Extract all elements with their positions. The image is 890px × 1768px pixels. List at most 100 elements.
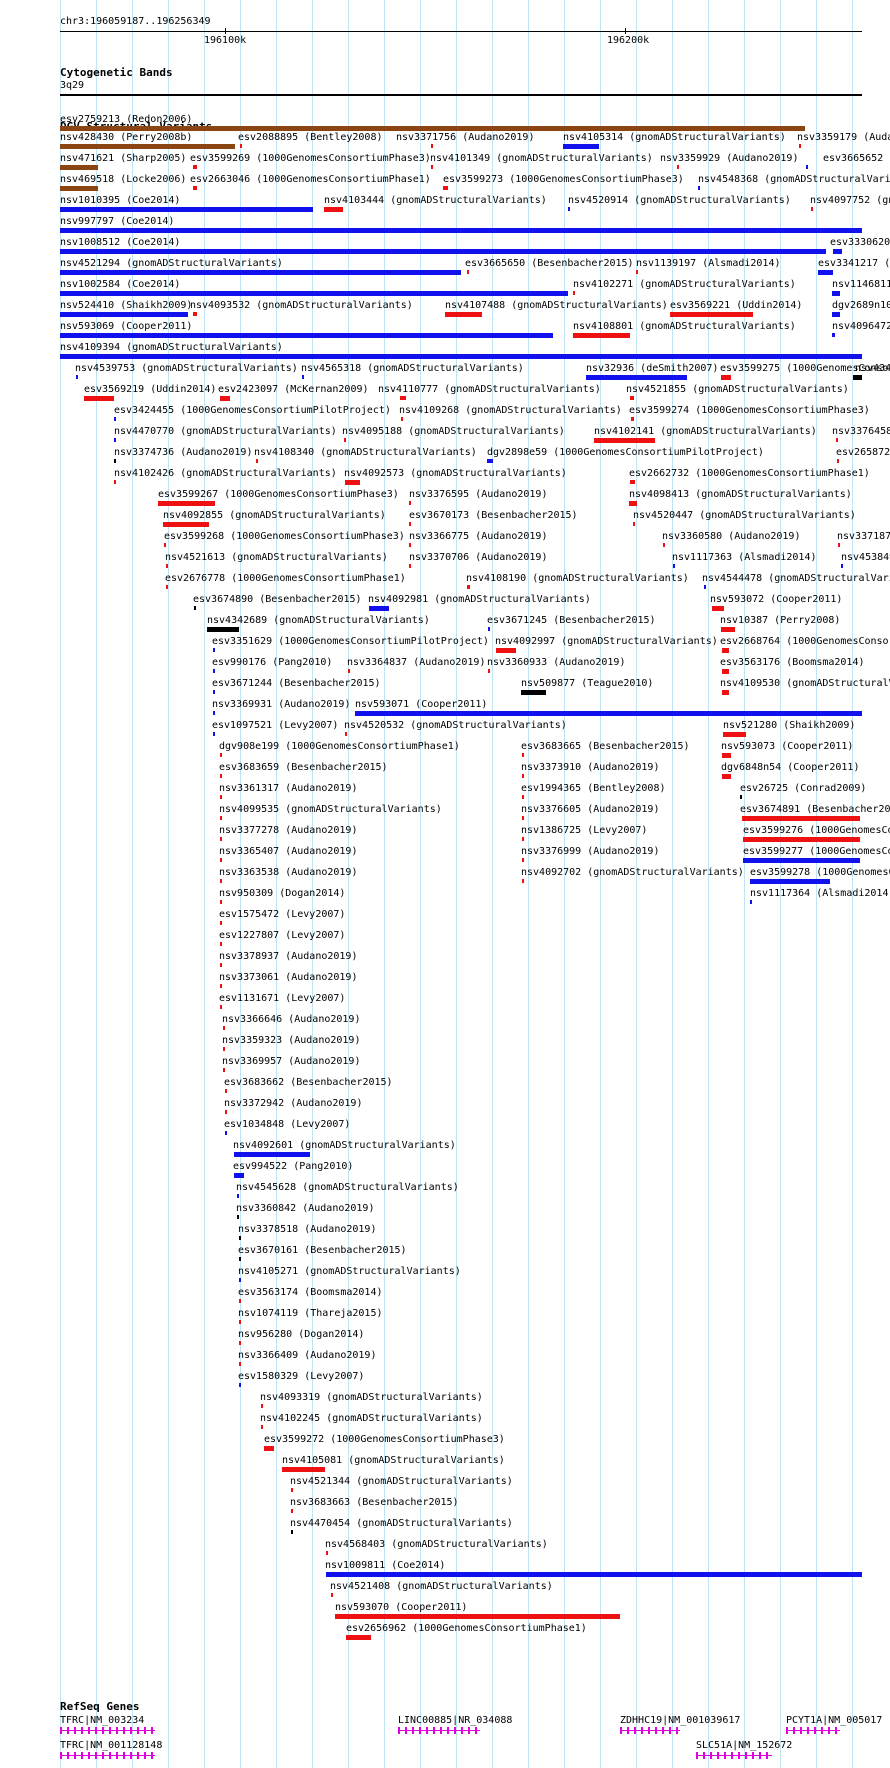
- variant-bar[interactable]: [234, 1152, 310, 1157]
- variant-label[interactable]: nsv3372942 (Audano2019): [224, 1098, 362, 1109]
- variant-bar[interactable]: [220, 837, 222, 841]
- variant-label[interactable]: nsv428430 (Perry2008b): [60, 132, 192, 143]
- variant-label[interactable]: esv3569219 (Uddin2014): [84, 384, 216, 395]
- variant-bar[interactable]: [60, 207, 313, 212]
- variant-bar[interactable]: [261, 1404, 263, 1408]
- variant-bar[interactable]: [239, 1257, 241, 1261]
- variant-label[interactable]: nsv4521408 (gnomADStructuralVariants): [330, 1581, 553, 1592]
- variant-bar[interactable]: [213, 711, 215, 715]
- variant-label[interactable]: nsv4096472 (gnomADStructuralVariants): [832, 321, 890, 332]
- variant-label[interactable]: nsv10387 (Perry2008): [720, 615, 840, 626]
- variant-bar[interactable]: [487, 459, 493, 463]
- variant-label[interactable]: esv3330620 (1000GenomesConsortiumPilotPr…: [830, 237, 890, 248]
- variant-label[interactable]: esv3563176 (Boomsma2014): [720, 657, 865, 668]
- variant-bar[interactable]: [740, 795, 742, 799]
- variant-label[interactable]: esv3599268 (1000GenomesConsortiumPhase3): [164, 531, 405, 542]
- variant-bar[interactable]: [522, 879, 524, 883]
- variant-label[interactable]: nsv521280 (Shaikh2009): [723, 720, 855, 731]
- variant-label[interactable]: nsv3364837 (Audano2019): [347, 657, 485, 668]
- variant-label[interactable]: nsv509877 (Teague2010): [521, 678, 653, 689]
- variant-bar[interactable]: [223, 1026, 225, 1030]
- gene-label[interactable]: SLC51A|NM_152672: [696, 1740, 792, 1751]
- variant-bar[interactable]: [256, 459, 258, 463]
- variant-bar[interactable]: [291, 1530, 293, 1534]
- variant-label[interactable]: nsv4109394 (gnomADStructuralVariants): [60, 342, 283, 353]
- variant-label[interactable]: nsv593071 (Cooper2011): [355, 699, 487, 710]
- variant-label[interactable]: nsv4092981 (gnomADStructuralVariants): [368, 594, 591, 605]
- variant-label[interactable]: nsv4102245 (gnomADStructuralVariants): [260, 1413, 483, 1424]
- variant-bar[interactable]: [240, 144, 242, 148]
- variant-bar[interactable]: [409, 522, 411, 526]
- variant-label[interactable]: nsv3373910 (Audano2019): [521, 762, 659, 773]
- variant-label[interactable]: nsv4092855 (gnomADStructuralVariants): [163, 510, 386, 521]
- variant-bar[interactable]: [722, 690, 729, 695]
- variant-label[interactable]: nsv3376605 (Audano2019): [521, 804, 659, 815]
- variant-bar[interactable]: [60, 291, 568, 296]
- variant-bar[interactable]: [326, 1551, 328, 1555]
- variant-bar[interactable]: [166, 564, 168, 568]
- variant-label[interactable]: nsv4521344 (gnomADStructuralVariants): [290, 1476, 513, 1487]
- variant-label[interactable]: nsv4545628 (gnomADStructuralVariants): [236, 1182, 459, 1193]
- variant-bar[interactable]: [799, 144, 801, 148]
- variant-label[interactable]: nsv4520532 (gnomADStructuralVariants): [344, 720, 567, 731]
- variant-bar[interactable]: [521, 690, 546, 695]
- variant-bar[interactable]: [239, 1362, 241, 1366]
- variant-bar[interactable]: [60, 165, 98, 170]
- variant-label[interactable]: nsv1117363 (Alsmadi2014): [672, 552, 817, 563]
- variant-label[interactable]: nsv4568403 (gnomADStructuralVariants): [325, 1539, 548, 1550]
- variant-label[interactable]: nsv4102271 (gnomADStructuralVariants): [573, 279, 796, 290]
- variant-label[interactable]: nsv593069 (Cooper2011): [60, 321, 192, 332]
- variant-bar[interactable]: [712, 606, 724, 611]
- variant-label[interactable]: esv2656962 (1000GenomesConsortiumPhase1): [346, 1623, 587, 1634]
- variant-label[interactable]: nsv4521613 (gnomADStructuralVariants): [165, 552, 388, 563]
- variant-label[interactable]: nsv3374736 (Audano2019): [114, 447, 252, 458]
- variant-bar[interactable]: [239, 1299, 241, 1303]
- variant-bar[interactable]: [633, 522, 635, 526]
- variant-bar[interactable]: [742, 816, 860, 821]
- variant-label[interactable]: esv3599277 (1000GenomesConsortiumPhase3): [743, 846, 890, 857]
- variant-bar[interactable]: [213, 648, 215, 652]
- variant-label[interactable]: nsv3359323 (Audano2019): [222, 1035, 360, 1046]
- variant-label[interactable]: esv3424455 (1000GenomesConsortiumPilotPr…: [114, 405, 391, 416]
- variant-bar[interactable]: [239, 1341, 241, 1345]
- variant-bar[interactable]: [573, 333, 630, 338]
- variant-bar[interactable]: [431, 144, 433, 148]
- variant-label[interactable]: esv2088895 (Bentley2008): [238, 132, 383, 143]
- variant-label[interactable]: esv26725 (Conrad2009): [740, 783, 866, 794]
- variant-bar[interactable]: [698, 186, 700, 190]
- variant-label[interactable]: esv1131671 (Levy2007): [219, 993, 345, 1004]
- variant-label[interactable]: nsv4109268 (gnomADStructuralVariants): [399, 405, 622, 416]
- variant-label[interactable]: nsv4470454 (gnomADStructuralVariants): [290, 1518, 513, 1529]
- variant-bar[interactable]: [673, 564, 675, 568]
- variant-label[interactable]: nsv3366646 (Audano2019): [222, 1014, 360, 1025]
- variant-label[interactable]: esv3674890 (Besenbacher2015): [193, 594, 362, 605]
- variant-bar[interactable]: [261, 1425, 263, 1429]
- variant-label[interactable]: nsv1146811 (Alsmadi2014): [832, 279, 890, 290]
- variant-bar[interactable]: [750, 900, 752, 904]
- variant-bar[interactable]: [743, 837, 860, 842]
- variant-label[interactable]: dgv2898e59 (1000GenomesConsortiumPilotPr…: [487, 447, 764, 458]
- variant-label[interactable]: nsv3378937 (Audano2019): [219, 951, 357, 962]
- variant-bar[interactable]: [213, 732, 215, 736]
- variant-label[interactable]: nsv4102141 (gnomADStructuralVariants): [594, 426, 817, 437]
- variant-label[interactable]: nsv3361317 (Audano2019): [219, 783, 357, 794]
- variant-bar[interactable]: [324, 207, 343, 212]
- variant-bar[interactable]: [568, 207, 570, 211]
- variant-label[interactable]: nsv4092573 (gnomADStructuralVariants): [344, 468, 567, 479]
- variant-label[interactable]: nsv434 (Kidd2008): [855, 363, 890, 374]
- variant-bar[interactable]: [220, 921, 222, 925]
- variant-label[interactable]: nsv4095188 (gnomADStructuralVariants): [342, 426, 565, 437]
- variant-bar[interactable]: [220, 858, 222, 862]
- variant-label[interactable]: esv1227807 (Levy2007): [219, 930, 345, 941]
- variant-bar[interactable]: [220, 942, 222, 946]
- variant-label[interactable]: nsv4539753 (gnomADStructuralVariants): [75, 363, 298, 374]
- variant-label[interactable]: nsv4108190 (gnomADStructuralVariants): [466, 573, 689, 584]
- variant-bar[interactable]: [750, 879, 830, 884]
- variant-label[interactable]: dgv908e199 (1000GenomesConsortiumPhase1): [219, 741, 460, 752]
- variant-bar[interactable]: [838, 543, 840, 547]
- variant-bar[interactable]: [346, 1635, 371, 1640]
- variant-label[interactable]: esv3670161 (Besenbacher2015): [238, 1245, 407, 1256]
- variant-bar[interactable]: [488, 627, 490, 631]
- variant-label[interactable]: nsv3359929 (Audano2019): [660, 153, 798, 164]
- variant-bar[interactable]: [60, 270, 461, 275]
